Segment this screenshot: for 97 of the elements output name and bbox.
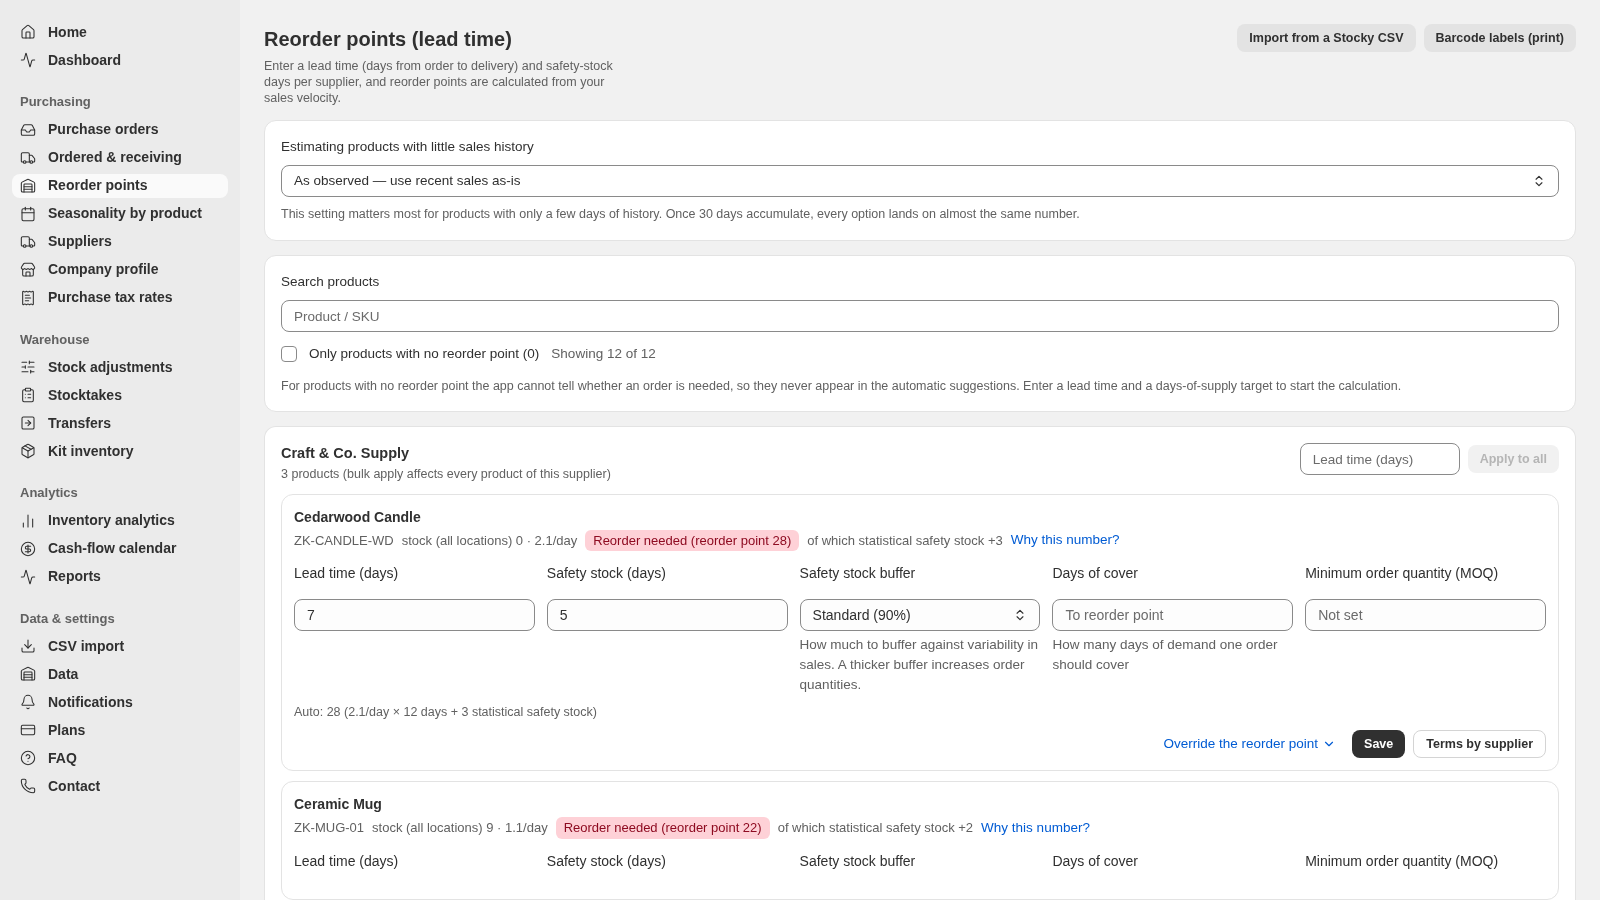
input-field[interactable]: Not set <box>1305 599 1546 632</box>
status-badge: Reorder needed (reorder point 22) <box>555 817 770 839</box>
field-label: Lead time (days) <box>294 564 400 584</box>
field-hint: How many days of demand one order should cover <box>1052 636 1279 675</box>
nav-item[interactable]: Plans <box>12 718 228 742</box>
field-label: Estimating products with little sales history <box>281 138 535 156</box>
field-hint: How much to buffer against variability in sales. A thicker buffer increases order quantities. <box>799 636 1039 695</box>
truck-icon <box>20 149 36 166</box>
page-description: Enter a lead time (days from order to delivery) and safety-stock days per supplier, and reorder points are calculated from your sales velocity. <box>264 58 614 106</box>
field-label: Minimum order quantity (MOQ) <box>1305 851 1500 871</box>
nav-item[interactable]: Purchase tax rates <box>12 285 228 310</box>
field-label: Search products <box>281 273 381 291</box>
download-icon <box>20 638 36 654</box>
box-icon <box>20 443 36 459</box>
nav-item[interactable]: Company profile <box>12 257 228 282</box>
safety-stock-text: of which statistical safety stock +3 <box>807 531 1003 550</box>
stock-text: stock (all locations) 9 · 1.1/day <box>372 819 548 837</box>
pulse-icon <box>20 568 36 585</box>
sku-text: ZK-MUG-01 <box>294 819 365 837</box>
terms-button[interactable]: Terms by supplier <box>1413 730 1546 758</box>
save-button[interactable]: Save <box>1352 730 1406 758</box>
nav-item[interactable]: Ordered & receiving <box>12 145 228 170</box>
phone-icon <box>20 778 36 794</box>
why-link[interactable]: Why this number? <box>981 817 1090 838</box>
input-field[interactable]: To reorder point <box>1052 599 1294 632</box>
nav-item[interactable]: Suppliers <box>12 229 228 254</box>
page-title: Reorder points (lead time) <box>264 27 513 52</box>
field-label: Minimum order quantity (MOQ) <box>1305 564 1500 584</box>
nav-item[interactable]: CSV import <box>12 634 228 658</box>
nav-item[interactable]: Reorder points <box>12 173 228 198</box>
bell-icon <box>20 694 36 710</box>
header-button[interactable]: Import from a Stocky CSV <box>1237 24 1416 52</box>
header-button[interactable]: Barcode labels (print) <box>1423 24 1576 52</box>
inbox-icon <box>20 121 36 138</box>
nav-section-heading: Purchasing <box>19 93 92 111</box>
building-icon <box>20 177 36 194</box>
field-label: Safety stock (days) <box>546 851 667 871</box>
select-field[interactable]: As observed — use recent sales as-is <box>281 165 1559 198</box>
product-name: Ceramic Mug <box>294 795 383 814</box>
nav-item[interactable]: Data <box>12 662 228 686</box>
field-label: Days of cover <box>1052 564 1139 584</box>
nav-item[interactable]: Contact <box>12 774 228 798</box>
sliders-icon <box>20 359 36 375</box>
nav-item[interactable]: Stock adjustments <box>12 355 228 379</box>
help-icon <box>20 750 36 766</box>
store-icon <box>20 261 36 278</box>
result-count: Showing 12 of 12 <box>551 345 656 364</box>
input-field[interactable]: 7 <box>294 599 535 632</box>
supplier-name: Craft & Co. Supply <box>281 444 411 464</box>
clipboard-icon <box>20 387 36 403</box>
nav-item[interactable]: FAQ <box>12 746 228 770</box>
nav-section-heading: Warehouse <box>19 330 91 349</box>
filter-checkbox[interactable]: Only products with no reorder point (0) <box>281 344 540 365</box>
nav-item[interactable]: Stocktakes <box>12 383 228 407</box>
pulse-icon <box>20 52 36 68</box>
product-name: Cedarwood Candle <box>294 507 422 527</box>
input-field[interactable]: 5 <box>546 599 788 632</box>
bulk-lead-time-field[interactable]: Lead time (days) <box>1299 443 1460 476</box>
field-label: Safety stock buffer <box>799 564 917 584</box>
override-link[interactable]: Override the reorder point <box>1163 733 1337 755</box>
building-icon <box>20 666 36 682</box>
nav-section-heading: Data & settings <box>19 609 116 628</box>
field-label: Days of cover <box>1052 851 1139 871</box>
why-link[interactable]: Why this number? <box>1010 530 1120 551</box>
sku-text: ZK-CANDLE-WD <box>294 531 394 550</box>
nav-item[interactable]: Cash-flow calendar <box>12 536 228 561</box>
supplier-subtitle: 3 products (bulk apply affects every product of this supplier) <box>281 466 611 483</box>
checkbox[interactable] <box>281 346 297 363</box>
auto-calculation-text: Auto: 28 (2.1/day × 12 days + 3 statistical safety stock) <box>294 704 598 722</box>
nav-item[interactable]: Reports <box>12 564 228 589</box>
nav-item[interactable]: Notifications <box>12 690 228 714</box>
bar-chart-icon <box>20 512 36 529</box>
select-field[interactable]: Standard (90%) <box>799 599 1041 632</box>
nav-item[interactable]: Dashboard <box>12 48 228 72</box>
currency-icon <box>20 540 36 557</box>
home-icon <box>20 24 36 40</box>
nav-section-heading: Analytics <box>19 484 79 502</box>
nav-item[interactable]: Transfers <box>12 411 228 435</box>
nav-item[interactable]: Seasonality by product <box>12 201 228 226</box>
truck-icon <box>20 233 36 250</box>
status-badge: Reorder needed (reorder point 28) <box>585 529 800 552</box>
nav-item[interactable]: Home <box>12 20 228 44</box>
receipt-icon <box>20 289 36 306</box>
card-icon <box>20 722 36 738</box>
field-label: Safety stock buffer <box>799 851 917 871</box>
search-field[interactable]: Product / SKU <box>281 300 1559 333</box>
safety-stock-text: of which statistical safety stock +2 <box>777 819 974 837</box>
field-label: Lead time (days) <box>294 851 400 871</box>
transfer-icon <box>20 415 36 431</box>
field-label: Safety stock (days) <box>546 564 667 584</box>
nav-item[interactable]: Inventory analytics <box>12 508 228 533</box>
field-hint: This setting matters most for products with only a few days of history. Once 30 days accumulate, every option lands on almost the same number. <box>281 206 1081 224</box>
calendar-icon <box>20 205 36 222</box>
nav-item[interactable]: Kit inventory <box>12 439 228 463</box>
nav-item[interactable]: Purchase orders <box>12 117 228 142</box>
stock-text: stock (all locations) 0 · 2.1/day <box>401 531 578 550</box>
info-note: For products with no reorder point the app cannot tell whether an order is needed, so they never appear in the automatic suggestions. Enter a lead time and a days-of-supply target to start the calculation. <box>281 377 1403 395</box>
